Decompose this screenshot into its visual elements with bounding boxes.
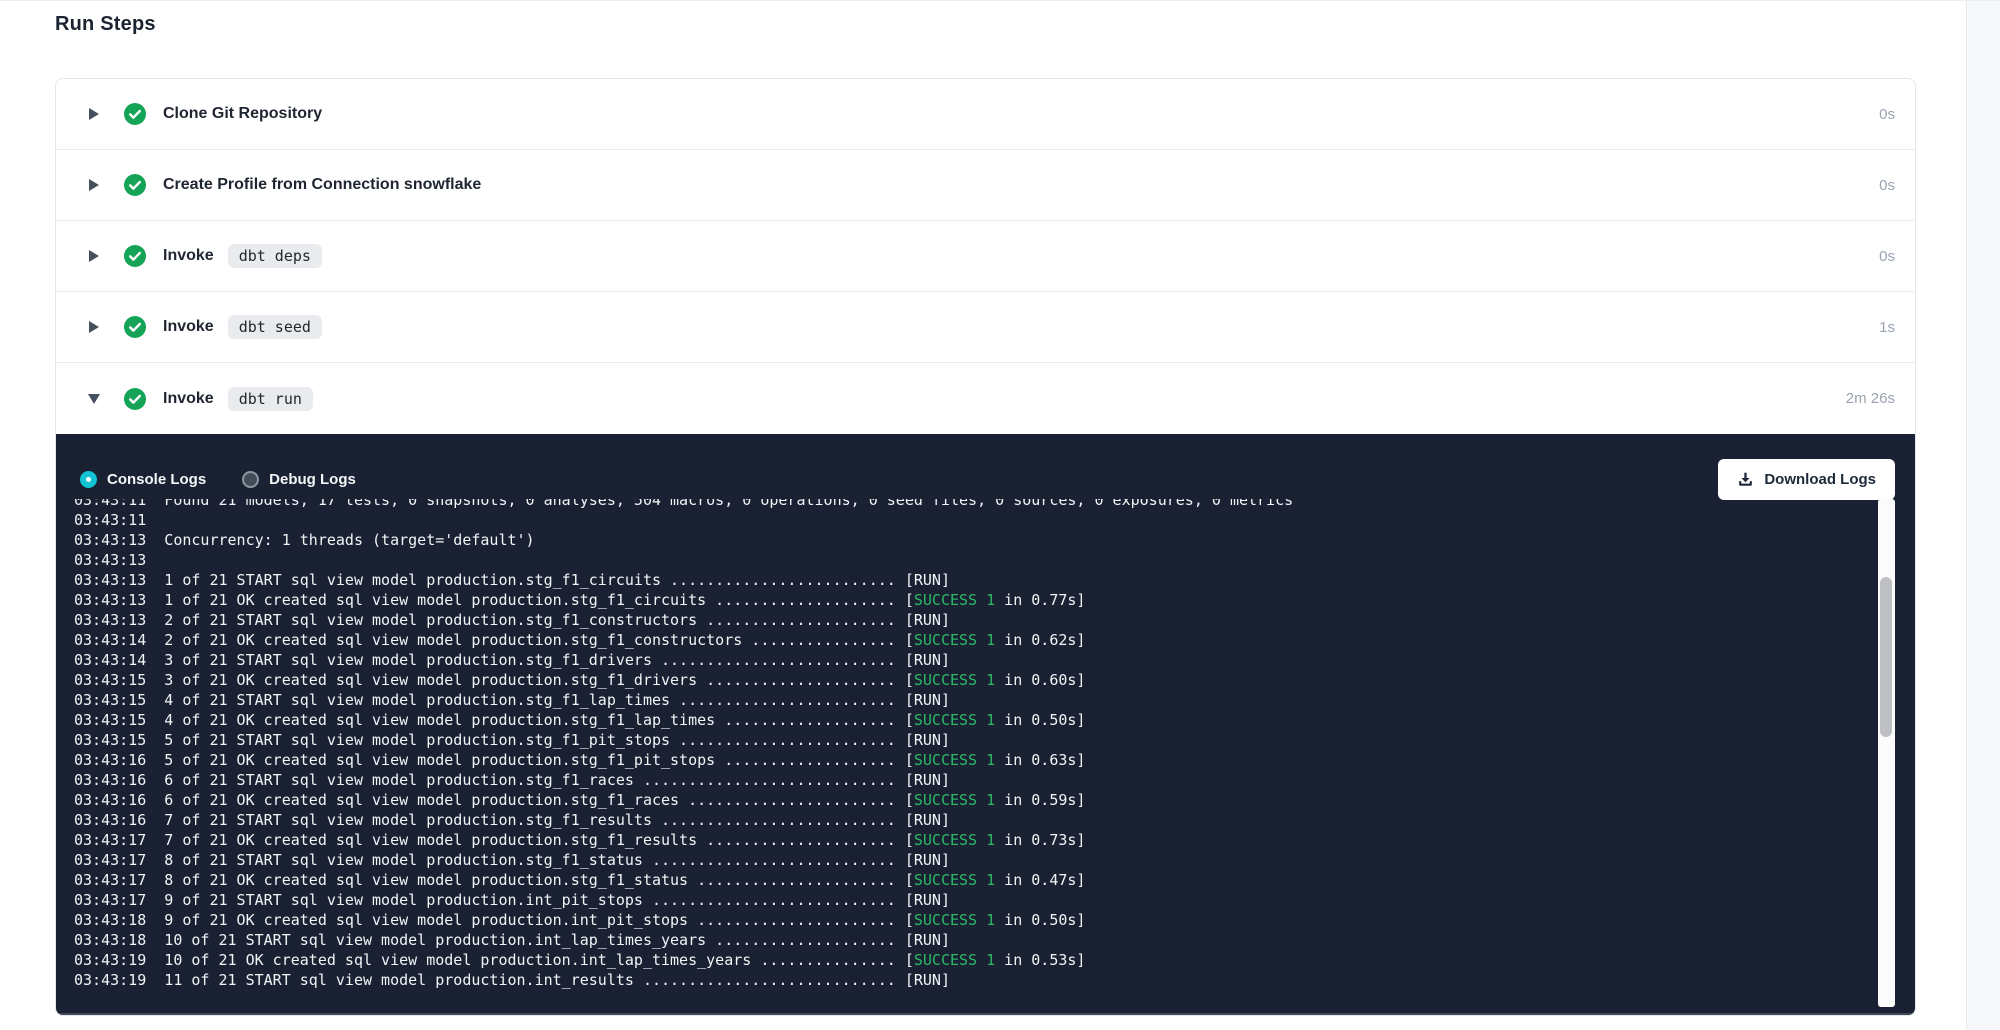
log-line: 03:43:14 2 of 21 OK created sql view mod… bbox=[74, 630, 1859, 650]
log-line: 03:43:13 2 of 21 START sql view model pr… bbox=[74, 610, 1859, 630]
radio-selected-icon[interactable] bbox=[80, 471, 97, 488]
expand-caret-icon[interactable] bbox=[87, 108, 100, 120]
log-line: 03:43:19 10 of 21 OK created sql view mo… bbox=[74, 950, 1859, 970]
log-line: 03:43:15 4 of 21 OK created sql view mod… bbox=[74, 710, 1859, 730]
console-log-output[interactable]: 03:43:11 Found 21 models, 17 tests, 0 sn… bbox=[74, 499, 1859, 1001]
step-command-badge: dbt run bbox=[228, 387, 313, 411]
step-row[interactable]: Invoke dbt seed 1s bbox=[56, 292, 1915, 363]
log-line: 03:43:15 3 of 21 OK created sql view mod… bbox=[74, 670, 1859, 690]
log-line: 03:43:15 5 of 21 START sql view model pr… bbox=[74, 730, 1859, 750]
step-row[interactable]: Clone Git Repository 0s bbox=[56, 79, 1915, 150]
step-duration: 2m 26s bbox=[1846, 390, 1895, 407]
check-circle-icon bbox=[124, 174, 146, 196]
log-scrollbar-track[interactable] bbox=[1878, 499, 1895, 1007]
log-line: 03:43:13 bbox=[74, 550, 1859, 570]
step-duration: 0s bbox=[1879, 248, 1895, 265]
expand-caret-icon[interactable] bbox=[87, 321, 100, 333]
step-label: Invoke bbox=[163, 390, 214, 408]
step-command-badge: dbt seed bbox=[228, 315, 322, 339]
log-line: 03:43:11 Found 21 models, 17 tests, 0 sn… bbox=[74, 499, 1859, 510]
log-line: 03:43:18 10 of 21 START sql view model p… bbox=[74, 930, 1859, 950]
step-label: Create Profile from Connection snowflake bbox=[163, 176, 481, 194]
log-line: 03:43:14 3 of 21 START sql view model pr… bbox=[74, 650, 1859, 670]
expand-caret-icon[interactable] bbox=[87, 394, 100, 404]
step-label: Invoke bbox=[163, 318, 214, 336]
log-line: 03:43:18 9 of 21 OK created sql view mod… bbox=[74, 910, 1859, 930]
step-duration: 0s bbox=[1879, 106, 1895, 123]
expand-caret-icon[interactable] bbox=[87, 250, 100, 262]
download-icon bbox=[1737, 471, 1754, 488]
step-row[interactable]: Invoke dbt deps 0s bbox=[56, 221, 1915, 292]
log-line: 03:43:13 1 of 21 START sql view model pr… bbox=[74, 570, 1859, 590]
log-line: 03:43:16 6 of 21 OK created sql view mod… bbox=[74, 790, 1859, 810]
check-circle-icon bbox=[124, 245, 146, 267]
log-line: 03:43:17 8 of 21 START sql view model pr… bbox=[74, 850, 1859, 870]
debug-logs-label: Debug Logs bbox=[269, 471, 356, 488]
radio-unselected-icon[interactable] bbox=[242, 471, 259, 488]
log-line: 03:43:11 bbox=[74, 510, 1859, 530]
check-circle-icon bbox=[124, 388, 146, 410]
log-lines: 03:43:11 Found 21 models, 17 tests, 0 sn… bbox=[74, 499, 1859, 990]
step-label: Invoke bbox=[163, 247, 214, 265]
console-logs-radio[interactable]: Console Logs bbox=[80, 471, 206, 488]
step-duration: 1s bbox=[1879, 319, 1895, 336]
log-line: 03:43:13 Concurrency: 1 threads (target=… bbox=[74, 530, 1859, 550]
log-line: 03:43:13 1 of 21 OK created sql view mod… bbox=[74, 590, 1859, 610]
expand-caret-icon[interactable] bbox=[87, 179, 100, 191]
step-list: Clone Git Repository 0s Create Profile f… bbox=[56, 79, 1915, 434]
log-line: 03:43:17 8 of 21 OK created sql view mod… bbox=[74, 870, 1859, 890]
right-panel-edge bbox=[1966, 1, 2000, 1030]
step-row[interactable]: Invoke dbt run 2m 26s bbox=[56, 363, 1915, 434]
log-toolbar: Console Logs Debug Logs Download Logs bbox=[56, 434, 1915, 501]
console-logs-label: Console Logs bbox=[107, 471, 206, 488]
log-line: 03:43:19 11 of 21 START sql view model p… bbox=[74, 970, 1859, 990]
log-panel: Console Logs Debug Logs Download Logs 03… bbox=[56, 434, 1915, 1015]
download-logs-button[interactable]: Download Logs bbox=[1718, 459, 1895, 500]
log-line: 03:43:17 9 of 21 START sql view model pr… bbox=[74, 890, 1859, 910]
step-row[interactable]: Create Profile from Connection snowflake… bbox=[56, 150, 1915, 221]
download-logs-label: Download Logs bbox=[1764, 471, 1876, 488]
log-scrollbar-thumb[interactable] bbox=[1880, 577, 1892, 737]
log-line: 03:43:16 5 of 21 OK created sql view mod… bbox=[74, 750, 1859, 770]
log-line: 03:43:16 7 of 21 START sql view model pr… bbox=[74, 810, 1859, 830]
check-circle-icon bbox=[124, 316, 146, 338]
check-circle-icon bbox=[124, 103, 146, 125]
log-line: 03:43:17 7 of 21 OK created sql view mod… bbox=[74, 830, 1859, 850]
log-panel-bottom-bar bbox=[57, 1013, 1914, 1015]
step-duration: 0s bbox=[1879, 177, 1895, 194]
log-line: 03:43:15 4 of 21 START sql view model pr… bbox=[74, 690, 1859, 710]
log-line: 03:43:16 6 of 21 START sql view model pr… bbox=[74, 770, 1859, 790]
page-title: Run Steps bbox=[55, 13, 156, 36]
debug-logs-radio[interactable]: Debug Logs bbox=[242, 471, 356, 488]
step-label: Clone Git Repository bbox=[163, 105, 322, 123]
step-command-badge: dbt deps bbox=[228, 244, 322, 268]
run-steps-card: Clone Git Repository 0s Create Profile f… bbox=[55, 78, 1916, 1016]
